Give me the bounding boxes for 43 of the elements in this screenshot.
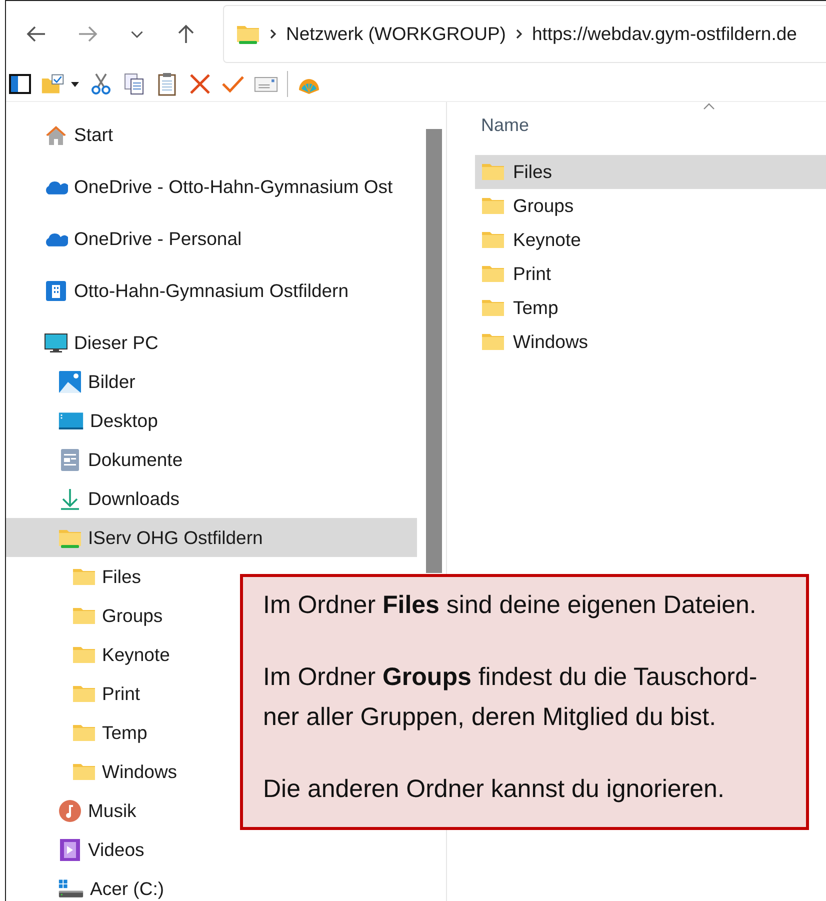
breadcrumb[interactable]: https://webdav.gym-ostfildern.de: [532, 23, 797, 45]
column-header[interactable]: Name: [475, 102, 826, 155]
document-icon: [58, 448, 82, 472]
sidebar-item[interactable]: IServ OHG Ostfildern: [6, 518, 417, 557]
sidebar-item[interactable]: Bilder: [6, 362, 417, 401]
sidebar-item[interactable]: OneDrive - Personal: [6, 219, 417, 258]
building-icon: [44, 278, 68, 302]
file-row[interactable]: Groups: [475, 189, 826, 223]
sidebar-item[interactable]: Otto-Hahn-Gymnasium Ostfildern: [6, 271, 417, 310]
music-icon: [58, 798, 82, 822]
drive-icon: [58, 876, 84, 900]
file-row[interactable]: Keynote: [475, 223, 826, 257]
sidebar-item[interactable]: Dokumente: [6, 440, 417, 479]
chevron-right-icon: [514, 27, 524, 41]
callout-text: Die anderen Ordner kannst du ignorieren.: [263, 774, 726, 805]
breadcrumb[interactable]: Netzwerk (WORKGROUP): [286, 23, 506, 45]
sidebar-item[interactable]: Start: [6, 115, 417, 154]
chevron-right-icon: [268, 27, 278, 41]
sidebar-item[interactable]: Desktop: [6, 401, 417, 440]
file-row[interactable]: Temp: [475, 291, 826, 325]
dropdown-icon[interactable]: [70, 79, 80, 89]
sidebar-item[interactable]: Acer (C:): [6, 869, 417, 901]
address-bar[interactable]: Netzwerk (WORKGROUP) https://webdav.gym-ostfildern.de: [223, 5, 826, 63]
file-row[interactable]: Windows: [475, 325, 826, 359]
video-icon: [58, 838, 82, 862]
download-icon: [58, 486, 82, 510]
scissors-icon[interactable]: [89, 72, 113, 96]
scrollbar-thumb[interactable]: [426, 129, 442, 573]
copy-icon[interactable]: [122, 72, 146, 96]
sidebar-item[interactable]: OneDrive - Otto-Hahn-Gymnasium Ost: [6, 167, 417, 206]
callout-text: Im Ordner Groups findest du die Tauschord- ner aller Gruppen, deren Mitglied du bist.: [263, 662, 758, 733]
callout-text: Im Ordner Files sind deine eigenen Dateien.: [263, 590, 758, 621]
folder-check-icon[interactable]: [41, 72, 65, 96]
pane-icon[interactable]: [8, 72, 32, 96]
sidebar-item[interactable]: Dieser PC: [6, 323, 417, 362]
picture-icon: [58, 370, 82, 394]
delete-icon[interactable]: [188, 72, 212, 96]
file-row[interactable]: Files: [475, 155, 826, 189]
sidebar-item[interactable]: Videos: [6, 830, 417, 869]
file-row[interactable]: Print: [475, 257, 826, 291]
sort-caret-icon[interactable]: [703, 102, 715, 110]
sidebar-item[interactable]: Downloads: [6, 479, 417, 518]
monitor-icon: [44, 330, 68, 354]
